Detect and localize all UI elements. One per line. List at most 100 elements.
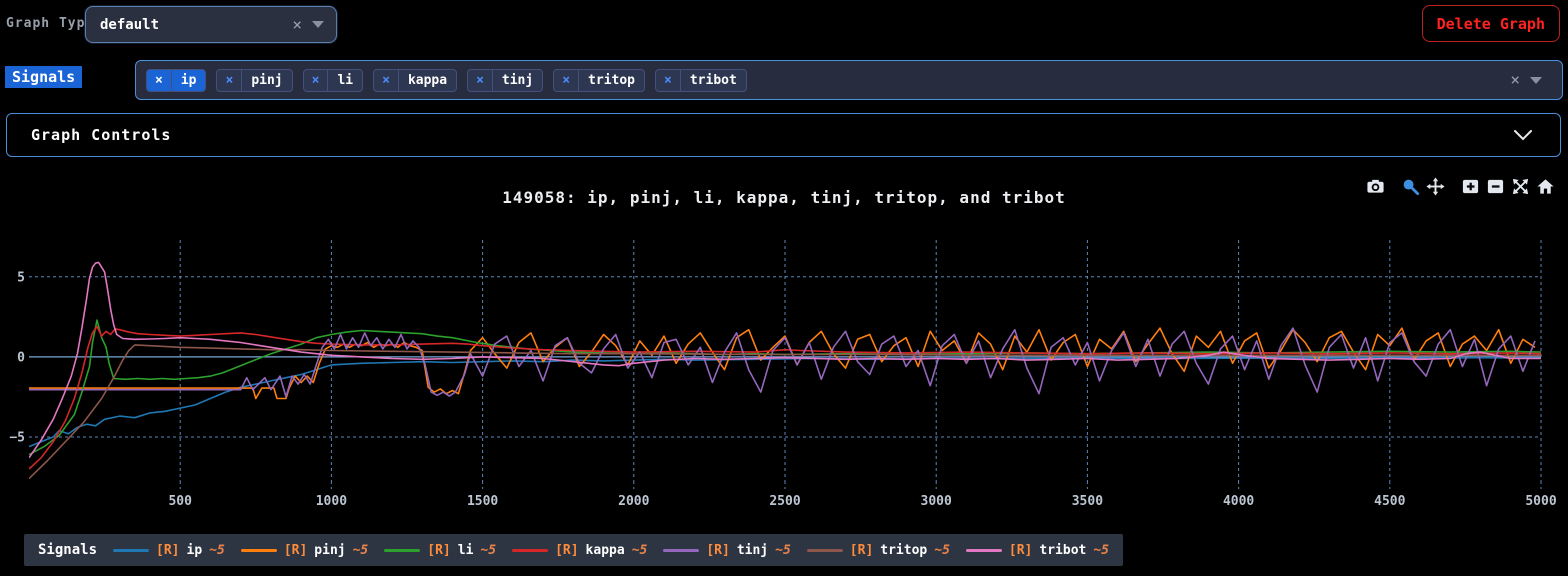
remove-tag-icon[interactable]: × (554, 69, 580, 91)
autoscale-button[interactable] (1511, 177, 1530, 197)
signal-tag-tribot[interactable]: × tribot (655, 68, 747, 92)
pan-icon (1426, 177, 1445, 196)
chart-plot[interactable]: 500 1000 1500 2000 2500 3000 3500 4000 4500 5000 −… (0, 240, 1568, 530)
autoscale-icon (1512, 178, 1529, 195)
zoom-out-button[interactable] (1486, 177, 1505, 197)
legend-series-name: tribot (1039, 542, 1087, 558)
x-tick-label: 1500 (467, 494, 498, 509)
legend-title: Signals (38, 542, 98, 558)
signal-tag-label: tribot (689, 72, 737, 88)
remove-tag-icon[interactable]: × (468, 69, 493, 91)
legend-item-tribot[interactable]: [R] tribot ~5 (965, 542, 1110, 558)
delete-graph-button[interactable]: Delete Graph (1421, 5, 1560, 42)
x-tick-label: 2500 (769, 494, 800, 509)
x-tick-label: 500 (168, 494, 192, 509)
decimation-label: ~5 (1093, 542, 1110, 558)
signal-tag-label: pinj (251, 72, 283, 88)
realtime-badge: [R] (555, 542, 579, 558)
decimation-label: ~5 (352, 542, 369, 558)
signal-tag-kappa[interactable]: × kappa (373, 68, 458, 92)
signal-tag-label: li (337, 72, 354, 88)
plot-modebar (1363, 177, 1558, 197)
legend-item-kappa[interactable]: [R] kappa ~5 (512, 543, 647, 558)
reset-axes-button[interactable] (1536, 177, 1555, 197)
legend-item-tinj[interactable]: [R] tinj ~5 (663, 542, 791, 558)
legend-swatch (113, 548, 150, 552)
chevron-down-icon (1514, 130, 1532, 141)
legend-swatch (512, 548, 549, 552)
legend-series-name: tinj (736, 542, 769, 558)
graph-controls-toggle[interactable]: Graph Controls (6, 113, 1561, 157)
legend-swatch (965, 548, 1002, 552)
signal-tag-ip[interactable]: × ip (146, 68, 207, 92)
y-tick-label: −5 (9, 431, 25, 446)
remove-tag-icon[interactable]: × (147, 69, 172, 91)
decimation-label: ~5 (480, 542, 497, 558)
signal-tag-label: ip (171, 69, 206, 91)
signal-tag-tinj[interactable]: × tinj (467, 68, 544, 92)
graph-type-label: Graph Type (6, 16, 95, 31)
legend-swatch (663, 548, 700, 552)
graph-controls-label: Graph Controls (31, 126, 172, 144)
camera-icon (1367, 179, 1384, 193)
decimation-label: ~5 (934, 542, 950, 558)
graph-type-select[interactable]: default × (85, 6, 337, 43)
clear-signals-icon[interactable]: × (1504, 72, 1526, 88)
zoom-in-button[interactable] (1461, 177, 1480, 197)
x-tick-label: 3000 (921, 494, 952, 509)
remove-tag-icon[interactable]: × (374, 69, 399, 91)
realtime-badge: [R] (427, 542, 451, 558)
download-plot-button[interactable] (1366, 177, 1385, 197)
signal-tag-li[interactable]: × li (302, 68, 364, 92)
realtime-badge: [R] (156, 542, 180, 558)
legend-swatch (384, 548, 421, 552)
legend-series-name: ip (186, 542, 203, 558)
decimation-label: ~5 (775, 542, 791, 558)
realtime-badge: [R] (283, 542, 308, 558)
realtime-badge: [R] (706, 542, 730, 558)
clear-graph-type-icon[interactable]: × (286, 16, 308, 33)
signal-tag-pinj[interactable]: × pinj (216, 68, 293, 92)
legend-item-li[interactable]: [R] li ~5 (384, 543, 496, 558)
legend-item-pinj[interactable]: [R] pinj ~5 (240, 542, 369, 558)
signals-label: Signals (5, 66, 83, 88)
chart-title: 149058: ip, pinj, li, kappa, tinj, trito… (502, 188, 1066, 207)
caret-down-icon[interactable] (312, 21, 324, 28)
remove-tag-icon[interactable]: × (304, 69, 329, 91)
signal-tag-label: tritop (588, 72, 636, 88)
zoom-tool-button[interactable] (1401, 177, 1420, 197)
home-icon (1537, 179, 1554, 194)
signal-tag-tritop[interactable]: × tritop (553, 68, 646, 92)
pan-tool-button[interactable] (1426, 177, 1445, 197)
legend-item-ip[interactable]: [R] ip ~5 (113, 543, 225, 558)
legend-bar: Signals [R] ip ~5 [R] pinj ~5 [R] li ~5 [R] kappa ~… (24, 534, 1124, 566)
signals-multiselect[interactable]: × ip × pinj × li × kappa × tinj × tritop × tribot × (135, 60, 1563, 100)
y-tick-label: 5 (17, 270, 25, 285)
legend-series-name: pinj (314, 542, 346, 558)
x-tick-label: 3500 (1072, 494, 1103, 509)
legend-items: [R] ip ~5 [R] pinj ~5 [R] li ~5 [R] kappa ~5 [R] tinj… (113, 543, 1109, 558)
legend-item-tritop[interactable]: [R] tritop ~5 (806, 542, 950, 558)
graphing-dashboard: Graph Type default × Delete Graph Signal… (0, 0, 1568, 576)
caret-down-icon[interactable] (1530, 76, 1542, 84)
zoom-out-icon (1487, 179, 1504, 194)
x-tick-label: 4500 (1374, 494, 1405, 509)
remove-tag-icon[interactable]: × (217, 69, 243, 91)
remove-tag-icon[interactable]: × (656, 69, 681, 91)
signal-tags: × ip × pinj × li × kappa × tinj × tritop × tribot (146, 68, 1504, 92)
x-tick-label: 5000 (1525, 494, 1556, 509)
realtime-badge: [R] (1008, 542, 1033, 558)
x-tick-label: 4000 (1223, 494, 1254, 509)
signal-tag-label: tinj (501, 72, 534, 88)
signal-tag-label: kappa (407, 72, 448, 88)
zoom-in-icon (1462, 179, 1479, 194)
zoom-icon (1403, 179, 1420, 196)
legend-series-name: kappa (585, 542, 625, 558)
legend-series-name: tritop (880, 542, 928, 558)
realtime-badge: [R] (849, 542, 874, 558)
y-tick-label: 0 (17, 350, 25, 365)
decimation-label: ~5 (209, 542, 225, 558)
x-tick-label: 1000 (316, 494, 347, 509)
legend-swatch (240, 548, 277, 552)
decimation-label: ~5 (631, 542, 648, 558)
